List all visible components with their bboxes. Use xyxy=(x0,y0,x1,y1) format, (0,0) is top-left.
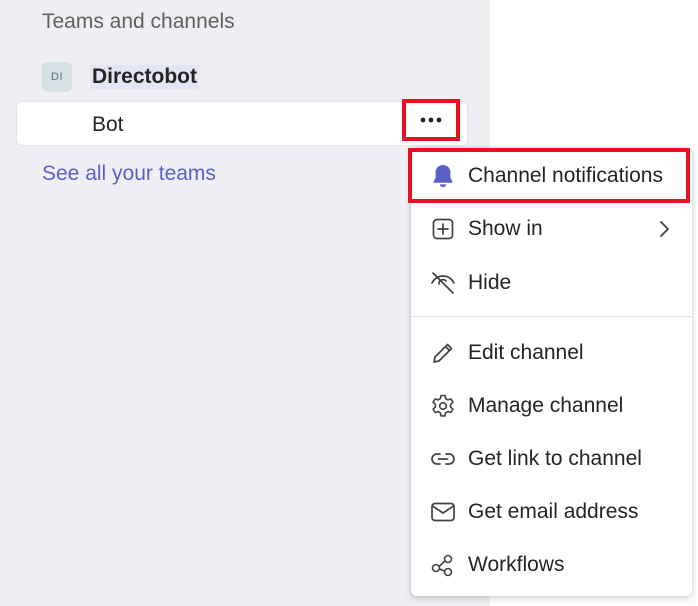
menu-item-label: Manage channel xyxy=(468,394,624,417)
menu-item-label: Show in xyxy=(468,217,543,240)
menu-item-get-link[interactable]: Get link to channel xyxy=(411,435,692,483)
menu-item-label: Get email address xyxy=(468,500,639,523)
menu-item-label: Hide xyxy=(468,271,512,294)
menu-divider xyxy=(411,316,692,317)
menu-item-workflows[interactable]: Workflows xyxy=(411,541,692,589)
team-avatar: DI xyxy=(42,62,72,92)
link-icon xyxy=(430,446,456,472)
channel-notifications-highlight xyxy=(408,148,690,203)
add-square-icon xyxy=(430,216,456,242)
channel-name: Bot xyxy=(92,113,124,136)
channel-context-menu: Channel notifications Show in Hide Edit … xyxy=(411,148,692,596)
see-all-teams-link[interactable]: See all your teams xyxy=(42,162,216,186)
pencil-icon xyxy=(430,340,456,366)
menu-item-manage-channel[interactable]: Manage channel xyxy=(411,382,692,430)
menu-item-label: Edit channel xyxy=(468,341,584,364)
section-title: Teams and channels xyxy=(42,10,235,33)
menu-item-edit-channel[interactable]: Edit channel xyxy=(411,329,692,377)
menu-item-label: Workflows xyxy=(468,553,565,576)
channel-item-bot[interactable]: Bot xyxy=(16,99,468,146)
chevron-right-icon xyxy=(658,219,670,244)
gear-icon xyxy=(430,393,456,419)
menu-item-show-in[interactable]: Show in xyxy=(411,205,692,253)
team-item-directobot[interactable]: DI Directobot xyxy=(42,62,199,92)
menu-item-get-email[interactable]: Get email address xyxy=(411,488,692,536)
menu-item-label: Get link to channel xyxy=(468,447,642,470)
mail-icon xyxy=(430,499,456,525)
workflows-icon xyxy=(430,552,456,578)
more-horizontal-icon xyxy=(420,117,442,123)
team-name: Directobot xyxy=(90,65,199,89)
more-options-button[interactable] xyxy=(402,99,460,141)
menu-item-hide[interactable]: Hide xyxy=(411,259,692,307)
eye-off-icon xyxy=(430,270,456,296)
